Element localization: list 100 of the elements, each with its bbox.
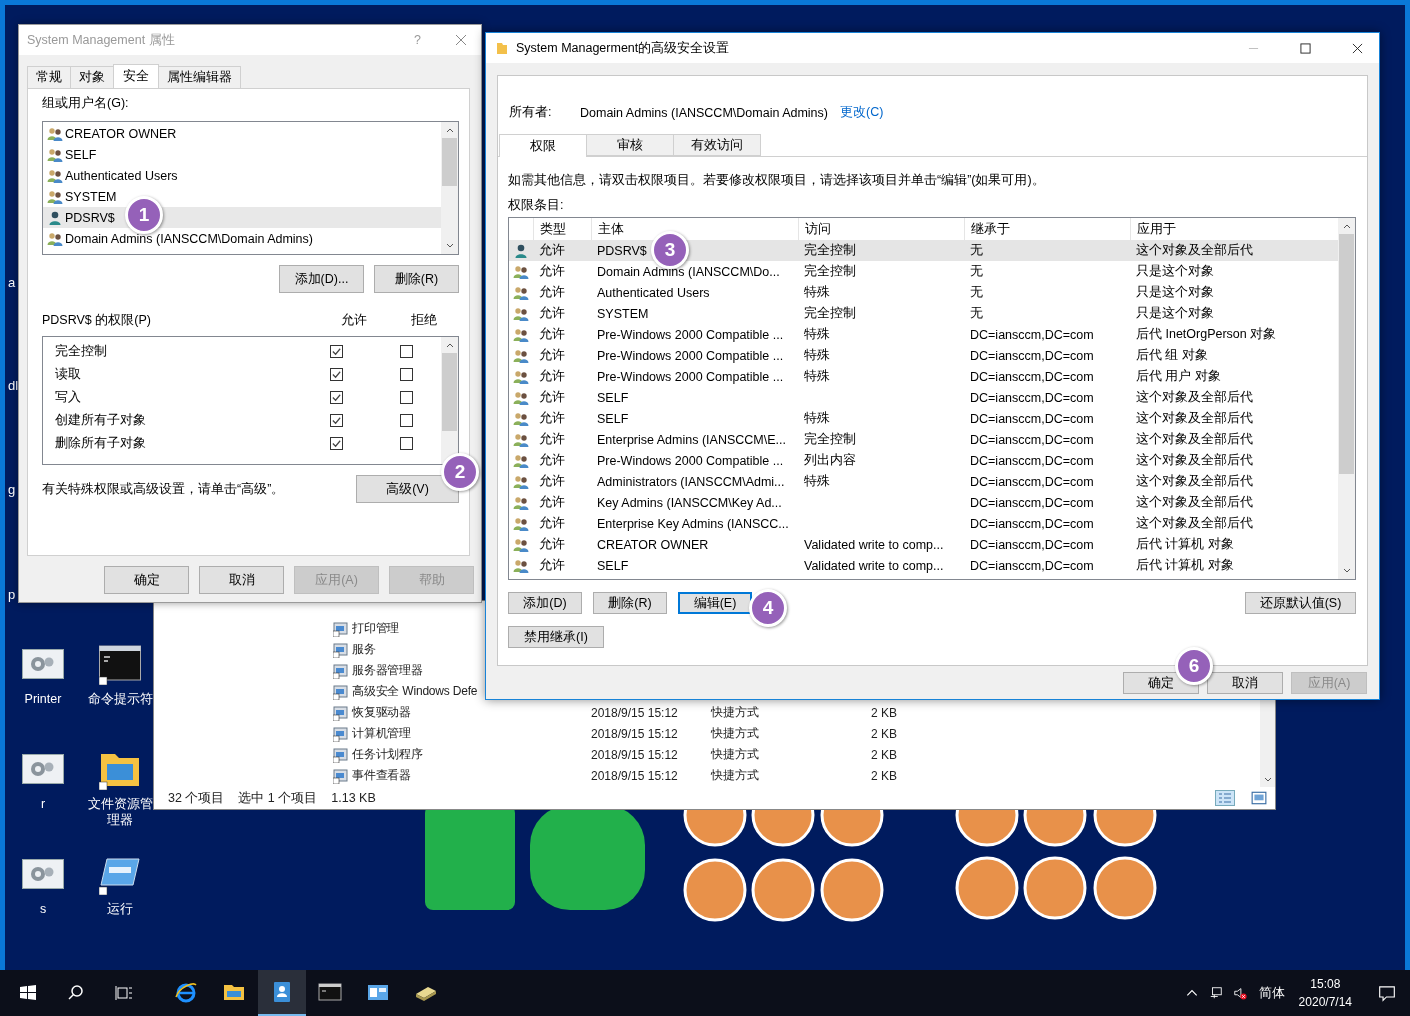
disable-inheritance-button[interactable]: 禁用继承(I) — [508, 626, 604, 648]
table-cell-text: 后代 InetOrgPerson 对象 — [1135, 326, 1277, 343]
tab[interactable]: 属性编辑器 — [158, 66, 241, 88]
maximize-icon[interactable] — [1300, 42, 1311, 54]
table-row[interactable]: 允许 CREATOR OWNER Validated write to comp... DC=iansccm,DC=com 后代 计算机 对象 — [509, 534, 1338, 555]
table-cell-text: Pre-Windows 2000 Compatible ... — [596, 327, 784, 342]
table-cell-text: 这个对象及全部后代 — [1135, 242, 1253, 259]
scrollbar-thumb[interactable] — [442, 353, 457, 431]
table-row[interactable]: 允许 Enterprise Key Admins (IANSCC... DC=iansccm,DC=com 这个对象及全部后代 — [509, 513, 1338, 534]
users-icon — [513, 389, 529, 406]
entry-button[interactable]: 编辑(E) — [678, 592, 752, 614]
taskbar-app[interactable] — [258, 970, 306, 1016]
list-item[interactable]: SELF — [43, 144, 441, 165]
file-name[interactable]: 任务计划程序 — [352, 746, 423, 763]
start-icon[interactable] — [18, 983, 38, 1003]
field-label: 所有者: — [509, 104, 553, 121]
table-cell-text: 特殊 — [803, 368, 830, 385]
table-row[interactable]: 允许 Authenticated Users 特殊 无 只是这个对象 — [509, 282, 1338, 303]
desktop-icon-label[interactable]: r — [6, 796, 80, 812]
dialog-button[interactable]: 取消 — [199, 566, 284, 594]
user-icon — [513, 242, 529, 259]
table-row[interactable]: 允许 Pre-Windows 2000 Compatible ... 列出内容 DC=iansccm,DC=com 这个对象及全部后代 — [509, 450, 1338, 471]
file-name[interactable]: 服务 — [352, 641, 376, 658]
checkbox[interactable] — [399, 368, 413, 381]
table-cell-text: 这个对象及全部后代 — [1135, 494, 1253, 511]
table-cell-text: 无 — [969, 305, 983, 322]
clock-date[interactable]: 2020/7/14 — [1298, 993, 1352, 1011]
checkbox[interactable] — [329, 368, 343, 381]
task-view-icon[interactable] — [114, 983, 134, 1003]
desktop-icon-label: dl — [8, 378, 19, 393]
desktop-icon-label[interactable]: 文件资源管理器 — [83, 796, 157, 828]
table-row[interactable]: 允许 Pre-Windows 2000 Compatible ... 特殊 DC=iansccm,DC=com 后代 用户 对象 — [509, 366, 1338, 387]
table-cell-text: 这个对象及全部后代 — [1135, 431, 1253, 448]
file-name[interactable]: 高级安全 Windows Defe — [352, 683, 478, 700]
list-item[interactable]: Authenticated Users — [43, 165, 441, 186]
entry-button[interactable]: 删除(R) — [593, 592, 667, 614]
table-row[interactable]: 允许 Pre-Windows 2000 Compatible ... 特殊 DC=iansccm,DC=com 后代 组 对象 — [509, 345, 1338, 366]
table-cell-text: 允许 — [538, 557, 565, 574]
scrollbar-thumb[interactable] — [442, 138, 457, 186]
table-row[interactable]: 允许 SELF DC=iansccm,DC=com 这个对象及全部后代 — [509, 387, 1338, 408]
table-cell-text: DC=iansccm,DC=com — [969, 369, 1094, 384]
checkbox[interactable] — [399, 414, 413, 427]
table-row[interactable]: 允许 Key Admins (IANSCCM\Key Ad... DC=iansccm,DC=com 这个对象及全部后代 — [509, 492, 1338, 513]
table-row[interactable]: 允许 Administrators (IANSCCM\Admi... 特殊 DC=iansccm,DC=com 这个对象及全部后代 — [509, 471, 1338, 492]
file-name[interactable]: 恢复驱动器 — [352, 704, 411, 721]
scrollbar-thumb[interactable] — [1339, 234, 1354, 474]
table-row[interactable]: 允许 Pre-Windows 2000 Compatible ... 特殊 DC=iansccm,DC=com 后代 InetOrgPerson 对象 — [509, 324, 1338, 345]
tab[interactable]: 权限 — [499, 134, 587, 157]
checkbox[interactable] — [329, 345, 343, 358]
muted-speaker-icon[interactable] — [1232, 986, 1247, 1000]
table-row[interactable]: 允许 SYSTEM 完全控制 无 只是这个对象 — [509, 303, 1338, 324]
console-icon[interactable] — [99, 643, 141, 685]
field-label: 权限条目: — [508, 197, 565, 214]
desktop-icon-label[interactable]: s — [6, 901, 80, 917]
table-cell-text: SELF — [596, 558, 629, 573]
desktop-icon-label[interactable]: Printer — [6, 691, 80, 707]
close-icon[interactable] — [1352, 42, 1363, 54]
notification-icon[interactable] — [1378, 984, 1396, 1002]
desktop-icon-label[interactable]: 运行 — [83, 901, 157, 917]
clock-time[interactable]: 15:08 — [1310, 975, 1341, 993]
tiles-view-icon[interactable] — [1249, 790, 1269, 806]
table-cell-text: Validated write to comp... — [803, 558, 944, 573]
permission-name: 删除所有子对象 — [55, 435, 147, 452]
checkbox[interactable] — [399, 437, 413, 450]
dialog-button[interactable]: 确定 — [104, 566, 189, 594]
file-name[interactable]: 事件查看器 — [352, 767, 411, 784]
tab[interactable]: 有效访问 — [673, 134, 761, 156]
table-row[interactable]: 允许 SELF 特殊 DC=iansccm,DC=com 这个对象及全部后代 — [509, 408, 1338, 429]
file-name[interactable]: 计算机管理 — [352, 725, 411, 742]
change-link[interactable]: 更改(C) — [840, 104, 884, 121]
column-header: 允许 — [340, 311, 368, 329]
checkbox[interactable] — [399, 345, 413, 358]
table-row[interactable]: 允许 Enterprise Admins (IANSCCM\E... 完全控制 DC=iansccm,DC=com 这个对象及全部后代 — [509, 429, 1338, 450]
entry-button[interactable]: 添加(D) — [508, 592, 582, 614]
list-button[interactable]: 添加(D)... — [279, 265, 364, 293]
table-cell-text: Pre-Windows 2000 Compatible ... — [596, 453, 784, 468]
table-cell-text: 特殊 — [803, 326, 830, 343]
table-cell-text: SYSTEM — [596, 306, 649, 321]
tab[interactable]: 安全 — [113, 64, 159, 88]
tab[interactable]: 审核 — [586, 134, 674, 156]
checkbox[interactable] — [329, 391, 343, 404]
table-cell-text: 完全控制 — [803, 263, 856, 280]
file-date: 2018/9/15 15:12 — [591, 705, 679, 720]
checkbox[interactable] — [329, 437, 343, 450]
file-name[interactable]: 服务器管理器 — [352, 662, 423, 679]
checkbox[interactable] — [329, 414, 343, 427]
list-item[interactable]: CREATOR OWNER — [43, 123, 441, 144]
input-method[interactable]: 简体 — [1258, 984, 1285, 1002]
dialog-button[interactable]: 取消 — [1207, 672, 1283, 694]
checkbox[interactable] — [399, 391, 413, 404]
table-cell-text: 完全控制 — [803, 305, 856, 322]
file-name[interactable]: 打印管理 — [352, 620, 400, 637]
restore-defaults-button[interactable]: 还原默认值(S) — [1245, 592, 1356, 614]
desktop-icon-label[interactable]: 命令提示符 — [83, 691, 157, 707]
status-text: 32 个项目 — [168, 789, 225, 807]
tab[interactable]: 常规 — [27, 66, 71, 88]
users-icon — [47, 188, 63, 205]
network-icon[interactable] — [1208, 986, 1223, 1000]
list-button[interactable]: 删除(R) — [374, 265, 459, 293]
table-row[interactable]: 允许 SELF Validated write to comp... DC=iansccm,DC=com 后代 计算机 对象 — [509, 555, 1338, 576]
